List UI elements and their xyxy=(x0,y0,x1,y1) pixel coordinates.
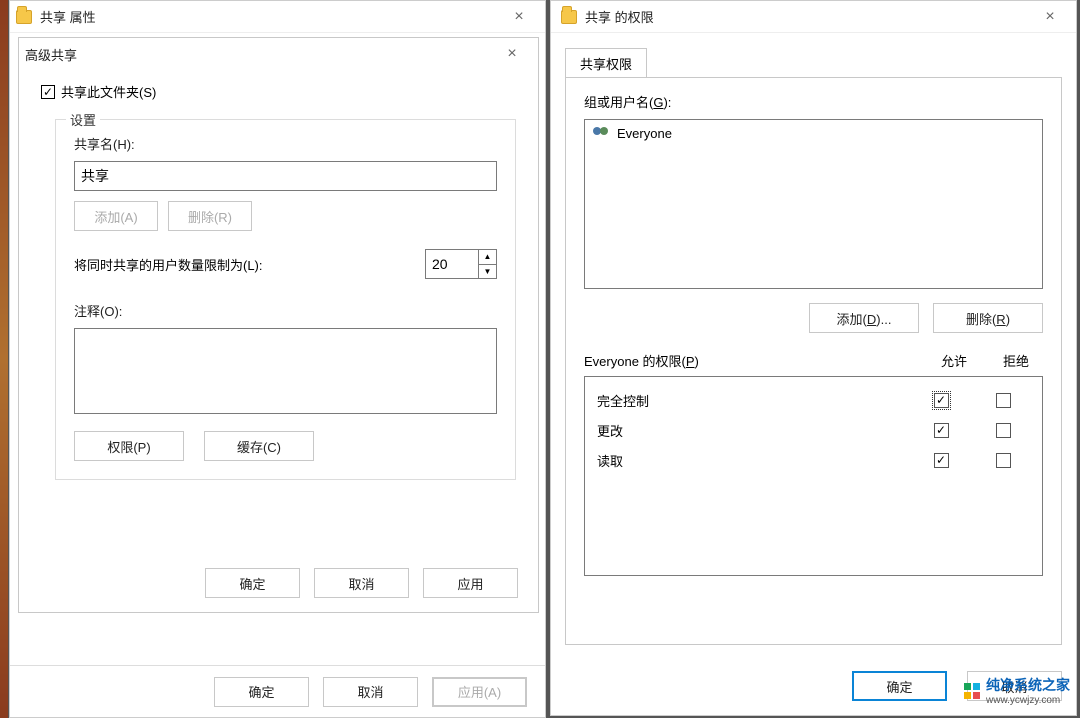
perm-row-read: 读取 xyxy=(597,445,1030,475)
perm-ok-button[interactable]: 确定 xyxy=(852,671,947,701)
props-cancel-button[interactable]: 取消 xyxy=(323,677,418,707)
watermark-brand: 纯净系统之家 xyxy=(986,677,1070,693)
share-this-folder-checkbox[interactable] xyxy=(41,85,55,99)
window-title: 共享 属性 xyxy=(40,7,499,26)
desktop-edge xyxy=(0,0,8,718)
permissions-header: Everyone 的权限(P) 允许 拒绝 xyxy=(584,351,1043,370)
deny-change-checkbox[interactable] xyxy=(996,423,1011,438)
allow-change-checkbox[interactable] xyxy=(934,423,949,438)
folder-icon xyxy=(16,10,32,24)
user-limit-input[interactable] xyxy=(426,250,478,278)
window-title: 共享 的权限 xyxy=(585,7,1030,26)
close-icon[interactable]: × xyxy=(492,45,532,63)
perm-row-full-control: 完全控制 xyxy=(597,385,1030,415)
close-icon[interactable]: × xyxy=(499,8,539,26)
watermark-logo-icon xyxy=(964,683,980,699)
caching-button[interactable]: 缓存(C) xyxy=(204,431,314,461)
deny-read-checkbox[interactable] xyxy=(996,453,1011,468)
spinner-up-icon[interactable]: ▲ xyxy=(479,250,496,265)
tab-panel: 组或用户名(G): Everyone 添加(D)... 删除(R) Everyo… xyxy=(565,77,1062,645)
titlebar: 共享 属性 × xyxy=(10,1,545,33)
window-title: 高级共享 xyxy=(25,45,492,64)
list-item[interactable]: Everyone xyxy=(589,124,1038,143)
remove-share-button[interactable]: 删除(R) xyxy=(168,201,252,231)
share-this-folder-row[interactable]: 共享此文件夹(S) xyxy=(41,82,516,101)
close-icon[interactable]: × xyxy=(1030,8,1070,26)
adv-ok-button[interactable]: 确定 xyxy=(205,568,300,598)
tab-share-permissions[interactable]: 共享权限 xyxy=(565,48,647,78)
spinner-arrows[interactable]: ▲ ▼ xyxy=(478,250,496,278)
props-apply-button[interactable]: 应用(A) xyxy=(432,677,527,707)
watermark: 纯净系统之家 www.ycwjzy.com xyxy=(964,675,1070,706)
settings-legend: 设置 xyxy=(66,110,100,129)
titlebar: 共享 的权限 × xyxy=(551,1,1076,33)
share-this-folder-label: 共享此文件夹(S) xyxy=(61,82,156,101)
tab-strip: 共享权限 xyxy=(565,47,1076,77)
group-icon xyxy=(593,127,611,141)
watermark-url: www.ycwjzy.com xyxy=(986,695,1070,706)
permissions-button[interactable]: 权限(P) xyxy=(74,431,184,461)
share-permissions-dialog: 共享 的权限 × 共享权限 组或用户名(G): Everyone 添加(D)..… xyxy=(550,0,1077,716)
sharing-properties-dialog: 共享 属性 × 高级共享 × 共享此文件夹(S) 设置 共享名(H): 添加(A… xyxy=(9,0,546,718)
limit-label: 将同时共享的用户数量限制为(L): xyxy=(74,255,263,274)
list-item-label: Everyone xyxy=(617,126,672,141)
users-listbox[interactable]: Everyone xyxy=(584,119,1043,289)
share-name-input[interactable] xyxy=(74,161,497,191)
remove-user-button[interactable]: 删除(R) xyxy=(933,303,1043,333)
col-allow: 允许 xyxy=(919,351,989,370)
add-user-button[interactable]: 添加(D)... xyxy=(809,303,919,333)
deny-full-control-checkbox[interactable] xyxy=(996,393,1011,408)
folder-icon xyxy=(561,10,577,24)
share-name-label: 共享名(H): xyxy=(74,134,497,153)
adv-cancel-button[interactable]: 取消 xyxy=(314,568,409,598)
comment-label: 注释(O): xyxy=(74,301,497,320)
permissions-box: 完全控制 更改 读取 xyxy=(584,376,1043,576)
settings-group: 设置 共享名(H): 添加(A) 删除(R) 将同时共享的用户数量限制为(L):… xyxy=(55,119,516,480)
titlebar: 高级共享 × xyxy=(19,38,538,70)
comment-textarea[interactable] xyxy=(74,328,497,414)
user-limit-spinner[interactable]: ▲ ▼ xyxy=(425,249,497,279)
add-share-button[interactable]: 添加(A) xyxy=(74,201,158,231)
allow-full-control-checkbox[interactable] xyxy=(934,393,949,408)
adv-apply-button[interactable]: 应用 xyxy=(423,568,518,598)
perm-row-change: 更改 xyxy=(597,415,1030,445)
permissions-for-label: Everyone 的权限(P) xyxy=(584,351,919,370)
allow-read-checkbox[interactable] xyxy=(934,453,949,468)
spinner-down-icon[interactable]: ▼ xyxy=(479,265,496,279)
group-or-users-label: 组或用户名(G): xyxy=(584,92,1043,111)
col-deny: 拒绝 xyxy=(989,351,1043,370)
advanced-sharing-dialog: 高级共享 × 共享此文件夹(S) 设置 共享名(H): 添加(A) 删除(R) … xyxy=(18,37,539,613)
props-ok-button[interactable]: 确定 xyxy=(214,677,309,707)
